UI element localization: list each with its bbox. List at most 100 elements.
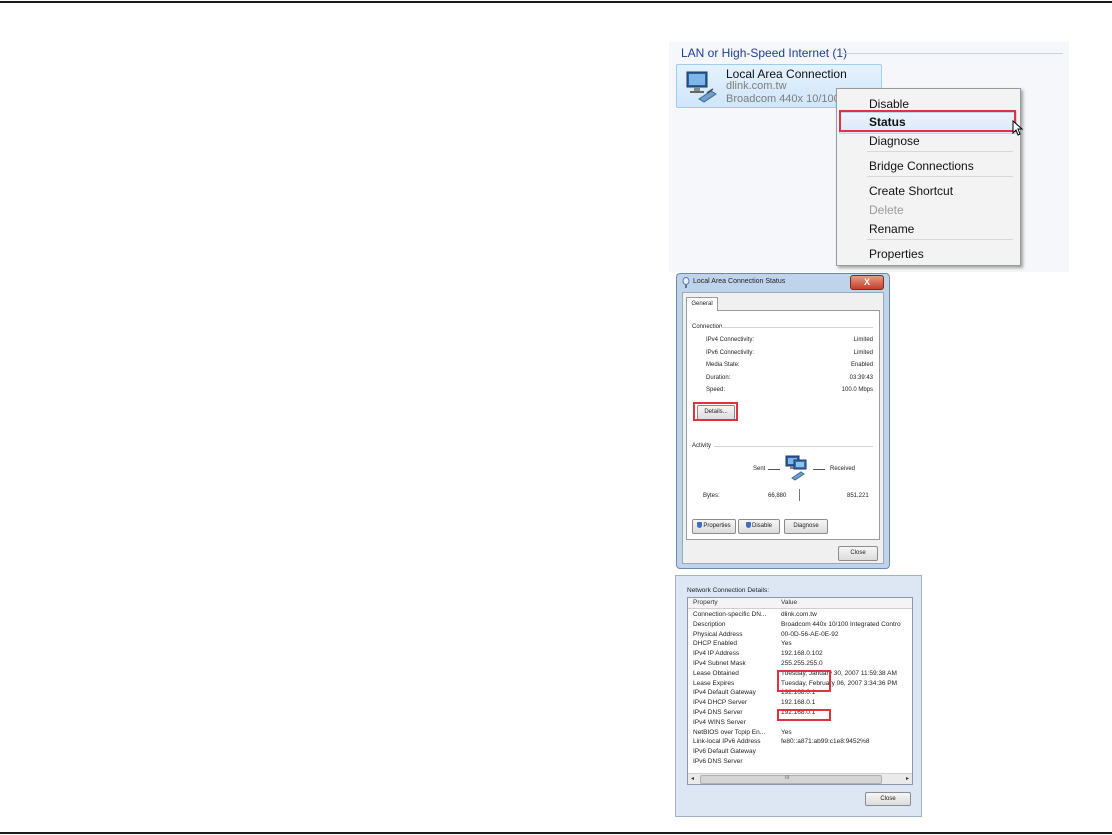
status-highlight-box — [839, 110, 1016, 132]
bottom-rule — [0, 832, 1112, 834]
bytes-sent-value: 66,880 — [768, 493, 787, 499]
menu-item-diagnose[interactable]: Diagnose — [869, 134, 920, 148]
media-state-value: Enabled — [850, 362, 873, 368]
list-item[interactable]: Link-local IPv6 Address fe80::a871:ab99:c… — [688, 738, 912, 748]
list-item[interactable]: Physical Address 00-0D-56-AE-0E-92 — [688, 631, 912, 641]
section-divider — [721, 327, 873, 328]
status-dialog: Local Area Connection Status X General C… — [676, 273, 890, 569]
property-cell: IPv4 IP Address — [693, 650, 740, 658]
connection-adapter: Broadcom 440x 10/100 — [726, 93, 838, 105]
duration-value: 03:39:43 — [849, 375, 873, 381]
horizontal-scrollbar[interactable]: ◂ III ▸ — [688, 773, 912, 784]
network-adapter-icon — [686, 71, 717, 103]
network-activity-icon — [785, 455, 807, 481]
group-divider — [841, 53, 1063, 54]
list-item[interactable]: Connection-specific DN... dlink.com.tw — [688, 611, 912, 621]
menu-item-create-shortcut[interactable]: Create Shortcut — [869, 184, 953, 198]
bytes-divider — [799, 489, 800, 501]
ipv6-connectivity-value: Limited — [853, 350, 873, 356]
bytes-received-value: 851,221 — [847, 493, 869, 499]
value-cell: Broadcom 440x 10/100 Integrated Contro — [781, 620, 901, 628]
details-close-button[interactable]: Close — [865, 792, 911, 806]
received-label: Received — [830, 466, 856, 472]
list-item[interactable]: IPv4 Subnet Mask 255.255.255.0 — [688, 660, 912, 670]
sent-label: Sent — [753, 466, 766, 472]
diagnose-button[interactable]: Diagnose — [784, 519, 828, 534]
dialog-body: General Connection IPv4 Connectivity: Li… — [682, 292, 884, 564]
disable-button[interactable]: Disable — [738, 519, 780, 534]
details-highlight-box — [693, 402, 738, 421]
property-cell: NetBIOS over Tcpip En... — [693, 728, 766, 736]
property-column-header[interactable]: Property — [693, 599, 718, 606]
property-cell: Physical Address — [693, 630, 743, 638]
value-cell: 255.255.255.0 — [781, 660, 823, 667]
received-line — [813, 469, 825, 470]
property-cell: IPv4 DNS Server — [693, 709, 743, 716]
menu-item-bridge-connections[interactable]: Bridge Connections — [869, 159, 974, 173]
general-tab-page: Connection IPv4 Connectivity: Limited IP… — [686, 310, 880, 540]
bytes-label: Bytes: — [703, 493, 720, 499]
list-item[interactable]: IPv4 IP Address 192.168.0.102 — [688, 650, 912, 660]
menu-item-properties[interactable]: Properties — [869, 247, 924, 261]
speed-value: 100.0 Mbps — [841, 387, 873, 393]
ipv4-connectivity-label: IPv4 Connectivity: — [706, 337, 755, 343]
ip-subnet-highlight-box — [777, 670, 831, 692]
details-list[interactable]: Property Value Connection-specific DN...… — [687, 597, 913, 785]
duration-label: Duration: — [706, 375, 731, 381]
close-button[interactable]: Close — [838, 546, 878, 561]
list-item[interactable]: Description Broadcom 440x 10/100 Integrat… — [688, 621, 912, 631]
property-cell: IPv4 WINS Server — [693, 718, 746, 726]
value-column-header[interactable]: Value — [781, 599, 797, 606]
speed-label: Speed: — [706, 387, 726, 393]
top-rule — [0, 1, 1112, 3]
properties-button-label: Properties — [703, 523, 731, 529]
properties-button[interactable]: Properties — [692, 519, 736, 534]
property-cell: IPv6 DNS Server — [693, 758, 743, 765]
menu-item-rename[interactable]: Rename — [869, 222, 914, 236]
connection-domain: dlink.com.tw — [726, 80, 787, 92]
sent-line — [768, 469, 780, 470]
value-cell: 192.168.0.102 — [781, 650, 823, 658]
property-cell: Connection-specific DN... — [693, 611, 767, 618]
details-heading: Network Connection Details: — [687, 587, 770, 594]
property-cell: Lease Expires — [693, 679, 735, 687]
scroll-right-icon[interactable]: ▸ — [906, 775, 909, 782]
network-connections-pane: LAN or High-Speed Internet (1) Local Are… — [669, 42, 1069, 272]
scroll-grip: III — [785, 775, 790, 781]
property-cell: Link-local IPv6 Address — [693, 738, 761, 746]
gateway-highlight-box — [777, 709, 831, 721]
value-cell: 00-0D-56-AE-0E-92 — [781, 630, 839, 638]
menu-separator — [867, 176, 1013, 177]
group-header: LAN or High-Speed Internet (1) — [681, 46, 848, 60]
ipv6-connectivity-label: IPv6 Connectivity: — [706, 350, 755, 356]
dialog-title: Local Area Connection Status — [693, 278, 786, 285]
property-cell: Lease Obtained — [693, 669, 739, 677]
list-item[interactable]: IPv4 DHCP Server 192.168.0.1 — [688, 699, 912, 709]
list-header: Property Value — [688, 598, 912, 609]
property-cell: Description — [693, 620, 726, 628]
scroll-left-icon[interactable]: ◂ — [691, 775, 694, 782]
list-item[interactable]: NetBIOS over Tcpip En... Yes — [688, 729, 912, 739]
network-status-icon — [682, 277, 690, 288]
property-cell: DHCP Enabled — [693, 640, 737, 648]
list-item[interactable]: IPv6 DNS Server — [688, 758, 912, 768]
value-cell: Yes — [781, 640, 792, 648]
menu-separator — [867, 239, 1013, 240]
close-icon[interactable]: X — [850, 275, 884, 290]
connection-details-dialog: Network Connection Details: Property Val… — [675, 575, 922, 817]
menu-item-delete: Delete — [869, 203, 904, 217]
disable-button-label: Disable — [751, 523, 772, 529]
media-state-label: Media State: — [706, 362, 740, 368]
activity-section-label: Activity — [692, 443, 712, 449]
tab-general[interactable]: General — [686, 297, 718, 311]
property-cell: IPv4 Default Gateway — [693, 689, 756, 697]
list-item[interactable]: IPv6 Default Gateway — [688, 748, 912, 758]
scrollbar-thumb[interactable]: III — [700, 775, 882, 784]
value-cell: dlink.com.tw — [781, 611, 817, 618]
menu-separator — [867, 151, 1013, 152]
value-cell: 192.168.0.1 — [781, 699, 816, 707]
property-cell: IPv6 Default Gateway — [693, 748, 756, 756]
menu-item-disable[interactable]: Disable — [869, 97, 909, 111]
list-item[interactable]: DHCP Enabled Yes — [688, 640, 912, 650]
section-divider — [714, 446, 873, 447]
